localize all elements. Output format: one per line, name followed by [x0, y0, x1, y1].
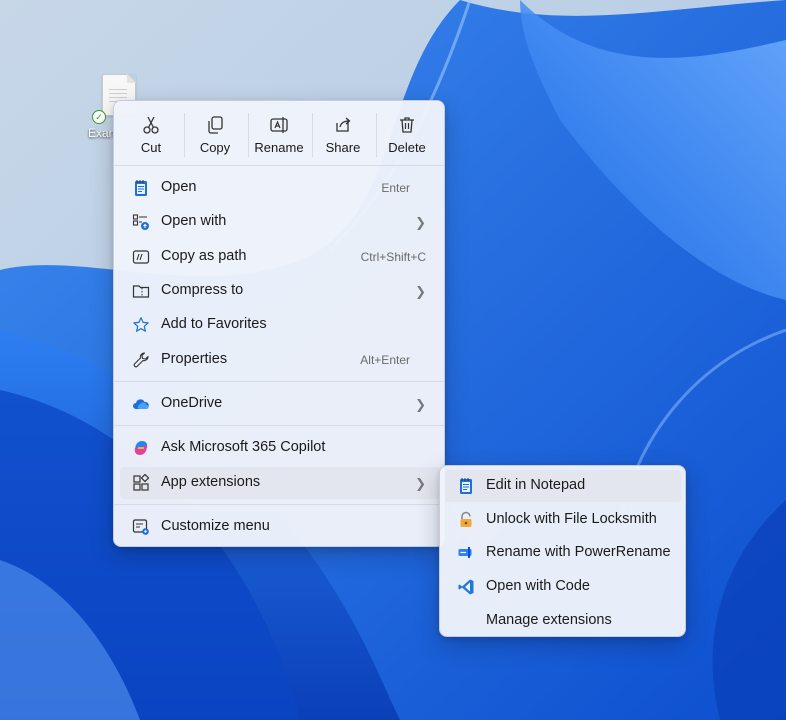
sync-status-icon: ✓ [92, 110, 106, 124]
chevron-right-icon: ❯ [415, 397, 426, 412]
onedrive-cloud-icon [133, 399, 149, 409]
cut-button[interactable]: Cut [122, 109, 180, 161]
app-extensions-icon [133, 474, 150, 491]
submenu-item-manage-extensions-label: Manage extensions [486, 612, 612, 628]
copy-button[interactable]: Copy [186, 109, 244, 161]
submenu-item-edit-in-notepad[interactable]: Edit in Notepad [445, 470, 681, 502]
menu-item-open-with-label: Open with [161, 213, 227, 229]
menu-item-copy-as-path[interactable]: Copy as path Ctrl+Shift+C [120, 241, 440, 273]
chevron-right-icon: ❯ [415, 215, 426, 230]
menu-item-copy-as-path-label: Copy as path [161, 248, 247, 264]
notepad-icon [135, 180, 147, 196]
customize-menu-icon [132, 519, 149, 535]
share-button[interactable]: Share [314, 109, 372, 161]
submenu-item-unlock-file-locksmith-label: Unlock with File Locksmith [486, 511, 657, 527]
app-extensions-submenu: Edit in Notepad Unlock with File Locksmi… [439, 465, 686, 637]
menu-item-copilot[interactable]: Ask Microsoft 365 Copilot [120, 432, 440, 464]
menu-item-compress-to[interactable]: Compress to ❯ [120, 275, 440, 307]
submenu-item-unlock-file-locksmith[interactable]: Unlock with File Locksmith [445, 504, 681, 536]
menu-item-copilot-label: Ask Microsoft 365 Copilot [161, 439, 326, 455]
submenu-item-rename-powerrename[interactable]: Rename with PowerRename [445, 537, 681, 569]
menu-item-copy-as-path-shortcut: Ctrl+Shift+C [360, 250, 426, 264]
copy-label: Copy [199, 140, 231, 155]
lock-icon [460, 511, 472, 527]
submenu-item-open-with-code-label: Open with Code [486, 578, 590, 594]
chevron-right-icon: ❯ [415, 476, 426, 491]
menu-item-properties[interactable]: Properties Alt+Enter [120, 344, 440, 376]
rename-icon [270, 117, 288, 133]
open-with-icon [132, 214, 149, 230]
menu-divider [114, 381, 444, 382]
star-icon [133, 317, 149, 332]
submenu-item-edit-in-notepad-label: Edit in Notepad [486, 477, 586, 493]
menu-divider [114, 165, 444, 166]
rename-button[interactable]: Rename [250, 109, 308, 161]
submenu-item-manage-extensions[interactable]: Manage extensions [445, 605, 681, 637]
menu-item-compress-to-label: Compress to [161, 282, 244, 298]
copy-icon [208, 116, 223, 134]
menu-item-add-to-favorites-label: Add to Favorites [161, 316, 267, 332]
menu-divider [114, 504, 444, 505]
menu-item-open-with[interactable]: Open with ❯ [120, 206, 440, 238]
context-menu: Cut Copy Rename Share Delete Open Enter … [113, 100, 445, 547]
submenu-item-rename-powerrename-label: Rename with PowerRename [486, 544, 671, 560]
menu-item-onedrive[interactable]: OneDrive ❯ [120, 388, 440, 420]
chevron-right-icon: ❯ [415, 284, 426, 299]
menu-item-open-shortcut: Enter [381, 181, 410, 195]
copilot-icon [134, 441, 148, 455]
menu-item-properties-shortcut: Alt+Enter [360, 353, 410, 367]
scissors-icon [143, 116, 159, 134]
cut-label: Cut [140, 140, 162, 155]
menu-divider [114, 425, 444, 426]
rename-label: Rename [254, 140, 304, 155]
menu-item-add-to-favorites[interactable]: Add to Favorites [120, 309, 440, 341]
share-label: Share [325, 140, 361, 155]
menu-item-properties-label: Properties [161, 351, 228, 367]
notepad-icon [460, 478, 472, 494]
menu-item-customize[interactable]: Customize menu [120, 511, 440, 543]
menu-item-open[interactable]: Open Enter [120, 172, 440, 204]
vscode-icon [458, 579, 474, 595]
powerrename-icon [458, 547, 472, 558]
submenu-item-open-with-code[interactable]: Open with Code [445, 571, 681, 603]
menu-item-customize-label: Customize menu [161, 518, 270, 534]
delete-label: Delete [388, 140, 426, 155]
menu-item-app-extensions[interactable]: App extensions ❯ [120, 467, 440, 499]
trash-icon [400, 117, 414, 133]
desktop-file-label: Exan [88, 126, 116, 140]
share-icon [336, 117, 351, 132]
delete-button[interactable]: Delete [378, 109, 436, 161]
copy-path-icon [132, 250, 150, 264]
context-menu-toolbar: Cut Copy Rename Share Delete [114, 101, 444, 164]
zip-folder-icon [132, 285, 150, 298]
menu-item-onedrive-label: OneDrive [161, 395, 223, 411]
menu-item-app-extensions-label: App extensions [161, 474, 261, 490]
wrench-icon [133, 352, 149, 368]
menu-item-open-label: Open [161, 179, 197, 195]
